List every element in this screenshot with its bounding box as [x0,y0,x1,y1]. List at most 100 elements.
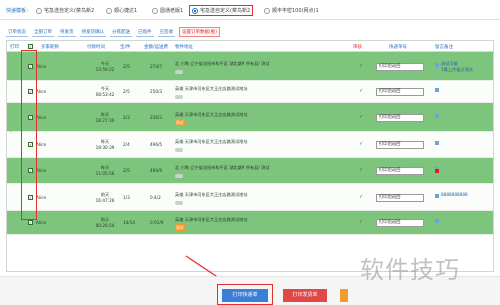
buyer-nick: Alice [36,220,47,225]
pay-time: 00:26:54 [95,223,115,228]
tab-picked-up[interactable]: 已揽件 [136,28,154,37]
radio-icon [152,7,158,14]
note-icon[interactable] [435,62,439,67]
shipping-address: 英雄 天津市河东区大王庄店路测试地址 [175,111,248,117]
table-row[interactable]: ✓ Alice 前天 16:47:26 1/3 0.4/2 英雄 天津市河东区大… [7,184,493,211]
buyer-nick: Alice [36,168,47,173]
pay-time: 18:30:39 [95,145,115,150]
tracking-number-field[interactable]: 打印后返回 [376,113,424,122]
tag-icon [175,199,183,206]
note-icon[interactable] [435,141,439,145]
table-row[interactable]: ✓ Alice 昨天 18:30:39 2/4 496/5 英雄 天津市河东区大… [7,132,493,158]
tab-sorting[interactable]: 分拣配送 [110,28,132,37]
header-audit: 审核 [353,45,362,50]
order-tag: 测试 [175,224,185,231]
shipping-address: 英雄 天津市河东区大王庄店路测试地址 [175,217,248,222]
pay-time: 11:05:56 [95,171,115,176]
more-button[interactable] [340,289,348,302]
template-option-5[interactable]: 顺丰丰密100(网点)1 [262,5,321,16]
tab-signed[interactable]: 已签收 [157,28,175,37]
checkbox-column-highlight [21,50,37,220]
shipping-address: 英雄 天津市河东区大王庄店路测试地址 [175,191,248,197]
watermark: 软件技巧 [360,256,460,284]
tab-pending-ship[interactable]: 待发货 [58,28,76,37]
table-header: 打印 ✓ 买家昵称 付款时间 宝/件 金额/运送费 物件地址 审核 快递单号 留… [7,41,493,52]
tracking-number-field[interactable]: 打印后返回 [376,219,424,227]
radio-selected-icon [192,7,198,14]
buyer-nick: Alice [36,142,47,147]
tag-icon [175,68,183,75]
amount: 496/5 [150,142,163,147]
tracking-number-field[interactable]: 打印后返回 [376,193,424,202]
shipping-address: 北 小陶 辽宁省沈阳市和平区 湖北路9 所有县/ 测试 [175,60,270,66]
pay-time: 16:47:26 [95,197,115,203]
tab-order-status[interactable]: 订单状态 [6,28,28,37]
table-row[interactable]: ✓ Alice 昨天 11:05:56 2/5 496/9 北 小陶 辽宁省沈阳… [7,158,493,184]
order-note: 1需上传备注测试 [441,66,473,72]
tab-pending-confirm[interactable]: 待发货确认 [79,28,106,37]
note-icon[interactable] [435,88,439,92]
flag-icon[interactable] [435,169,439,173]
quantity: 2/5 [123,89,130,94]
audit-status: ✓ [359,113,364,120]
header-address: 物件地址 [175,45,193,50]
note-icon[interactable] [435,113,439,118]
audit-status: ✓ [359,141,364,147]
template-option-2[interactable]: 顺心捷达1 [104,5,139,16]
table-row[interactable]: ✓ Alice 前天 00:26:54 14/14 0.01/0 英雄 天津市河… [7,211,493,235]
shipping-address: 英雄 天津市河东区大王庄店路测试地址 [175,139,248,144]
table-row[interactable]: ✓ Alice 今天 13:59:22 2/5 274/7 北 小陶 辽宁省沈阳… [7,52,493,81]
pay-time: 08:53:42 [95,92,115,97]
pay-time: 13:59:22 [95,66,115,72]
print-shipping-button[interactable]: 打印发货单 [283,289,327,302]
select-all-checkbox[interactable]: ✓ [28,44,33,49]
buyer-nick: Alice [36,63,47,69]
tag-icon [175,172,183,179]
tag-icon [175,93,183,100]
tracking-number-field[interactable]: 打印后返回 [376,88,424,96]
buyer-nick: Alice [36,89,47,94]
template-bar: 快递模板： 宅急送自定义(菜鸟新2 顺心捷达1 圆通老版1 宅急送自定义(菜鸟新… [0,0,500,20]
tag-icon [175,146,183,153]
header-tracking: 快递单号 [389,45,407,50]
tracking-number-field[interactable]: 打印后返回 [376,62,424,71]
table-row[interactable]: ✓ Alice 昨天 18:27:30 2/3 236/3 英雄 天津市河东区大… [7,103,493,132]
amount: 250/3 [150,89,163,94]
shipping-address: 北 小陶 辽宁省沈阳市和平区 湖北路9 所有县/ 测试 [175,165,270,170]
quantity: 2/4 [123,142,130,147]
table-row[interactable]: ✓ Alice 今天 08:53:42 2/5 250/3 英雄 天津市河东区大… [7,81,493,103]
print-express-button[interactable]: 打印快递单 [222,289,268,302]
radio-icon [264,7,270,14]
audit-status: ✓ [359,167,364,173]
radio-icon [36,7,42,14]
template-option-3[interactable]: 圆通老版1 [150,5,185,16]
amount: 0.01/0 [150,220,164,225]
audit-status: ✓ [359,219,364,225]
amount: 236/3 [150,114,163,120]
note-icon[interactable] [435,219,439,223]
tab-set-order-data[interactable]: 设置订单数据(推) [179,27,221,37]
radio-icon [106,7,112,14]
audit-status: ✓ [359,193,364,200]
audit-status: ✓ [359,62,364,69]
header-amount: 金额/运送费 [144,45,169,50]
tab-all-orders[interactable]: 全部订单 [32,28,54,37]
order-note: 8888888888 [441,191,468,197]
tracking-number-field[interactable]: 打印后返回 [376,141,424,149]
order-tag: 测试 [175,118,185,126]
note-icon[interactable] [435,193,439,198]
row-checkbox[interactable]: ✓ [28,220,33,225]
tracking-number-field[interactable]: 打印后返回 [376,167,424,175]
amount: 274/7 [150,63,163,69]
template-option-1[interactable]: 宅急送自定义(菜鸟新2 [34,5,96,16]
shipping-address: 英雄 天津市河东区大王庄店路测试地址 [175,86,248,91]
print-marker-icon: ✓ [9,129,14,135]
quantity: 2/5 [123,168,130,173]
quantity: 2/3 [123,114,130,120]
amount: 0.4/2 [150,194,161,200]
template-option-4-selected[interactable]: 宅急送自定义(菜鸟新2 [189,5,254,16]
quantity: 2/5 [123,63,130,69]
buyer-nick: Alice [36,194,47,200]
quantity: 1/3 [123,194,130,200]
buyer-nick: Alice [36,114,47,120]
